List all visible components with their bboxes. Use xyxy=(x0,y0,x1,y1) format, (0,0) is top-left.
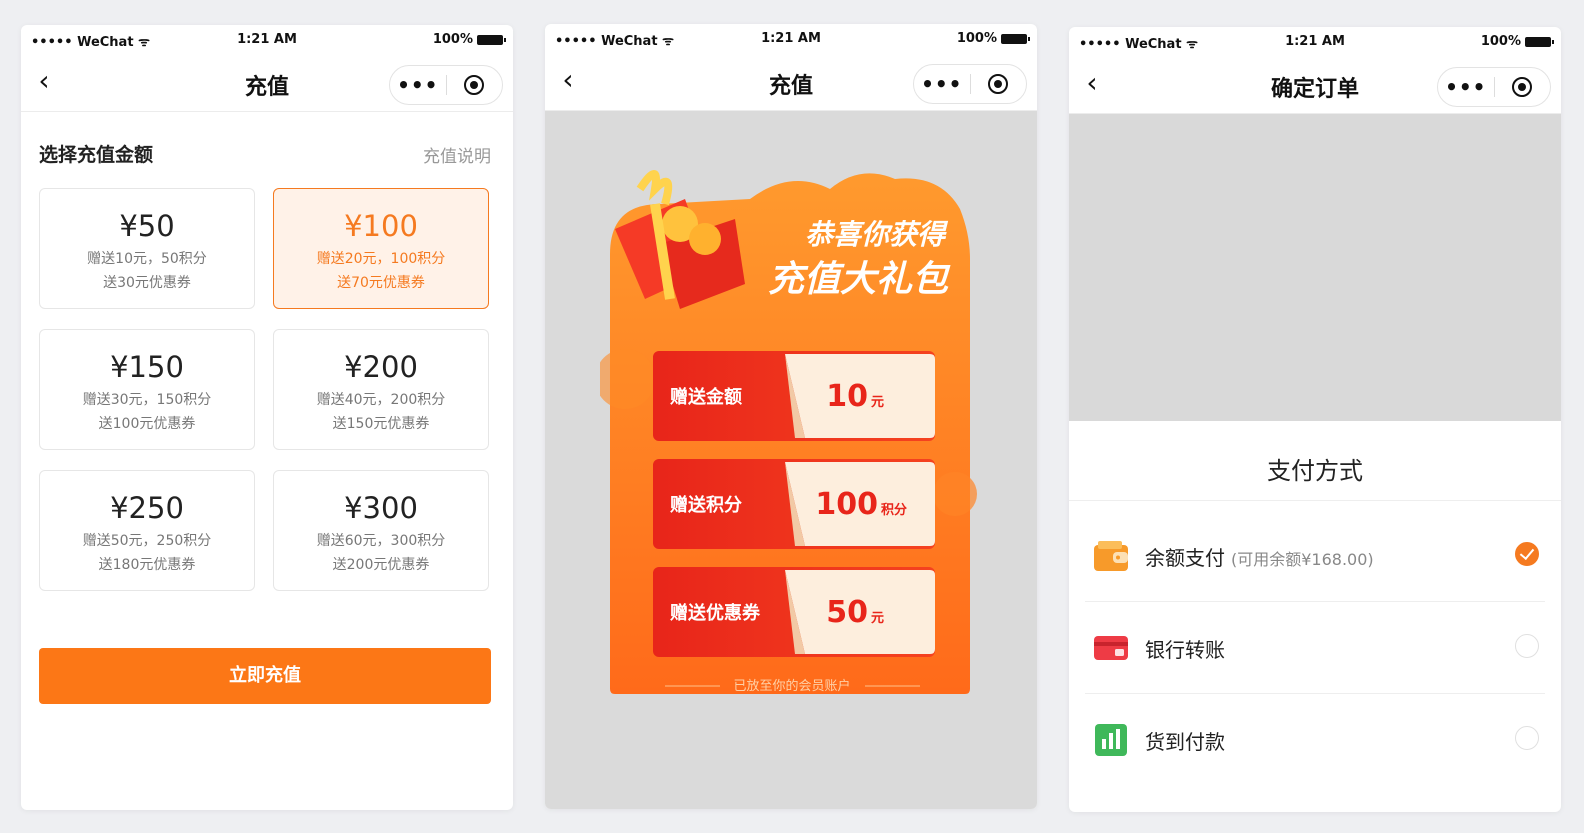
battery-indicator: 100% xyxy=(1480,34,1554,49)
section-title: 选择充值金额 xyxy=(39,144,154,166)
reward-value: 50 xyxy=(826,595,868,630)
recharge-screen: ••••• WeChat ᯤ 1:21 AM 100% ‹ 充值 ••• 选择充… xyxy=(21,25,513,810)
payment-method-name: 银行转账 xyxy=(1145,638,1225,662)
reward-row-coupon: 赠送优惠券 50 元 xyxy=(653,567,935,657)
battery-percent: 100% xyxy=(1480,34,1521,49)
radio-unchecked-icon[interactable] xyxy=(1515,634,1539,658)
payment-option-label: 余额支付 (可用余额¥168.00) xyxy=(1145,542,1374,571)
payment-option-cash-on-delivery[interactable]: 货到付款 xyxy=(1085,693,1545,785)
amount-desc: 赠送50元，250积分 送180元优惠券 xyxy=(40,529,254,577)
battery-icon xyxy=(477,34,506,45)
reward-value: 10 xyxy=(826,379,868,414)
amount-value: ¥150 xyxy=(110,350,184,384)
close-miniprogram-button[interactable] xyxy=(971,74,1027,94)
mini-program-capsule: ••• xyxy=(913,64,1027,104)
reward-unit: 元 xyxy=(871,611,884,626)
reward-label: 赠送金额 xyxy=(670,386,742,408)
amount-value: ¥50 xyxy=(119,209,175,243)
nav-bar: ‹ 确定订单 ••• xyxy=(1069,57,1561,114)
close-miniprogram-button[interactable] xyxy=(447,75,503,95)
reward-label: 赠送优惠券 xyxy=(670,602,761,624)
overlay-mask[interactable] xyxy=(1069,114,1561,421)
amount-value: ¥200 xyxy=(344,350,418,384)
status-bar: ••••• WeChat ᯤ 1:21 AM 100% xyxy=(545,24,1037,54)
nav-bar: ‹ 充值 ••• xyxy=(545,54,1037,111)
amount-bonus: 赠送10元，50积分 xyxy=(87,251,207,267)
reward-value: 100 xyxy=(815,487,878,522)
amount-option-300[interactable]: ¥300 赠送60元，300积分 送200元优惠券 xyxy=(273,470,489,591)
payment-sheet-title: 支付方式 xyxy=(1267,457,1363,485)
mini-program-capsule: ••• xyxy=(389,65,503,105)
close-miniprogram-button[interactable] xyxy=(1495,77,1551,97)
amount-value: ¥300 xyxy=(344,491,418,525)
amount-bonus: 赠送20元，100积分 xyxy=(316,251,446,267)
amount-bonus: 赠送60元，300积分 xyxy=(316,533,446,549)
amount-value: ¥100 xyxy=(344,209,418,243)
bank-card-icon xyxy=(1094,636,1128,660)
amount-bonus: 赠送50元，250积分 xyxy=(82,533,212,549)
headline-line1: 恭喜你获得 xyxy=(805,218,949,251)
battery-percent: 100% xyxy=(956,31,997,46)
radio-checked-icon[interactable] xyxy=(1515,542,1539,566)
target-icon xyxy=(464,75,485,95)
status-bar: ••••• WeChat ᯤ 1:21 AM 100% xyxy=(1069,27,1561,57)
battery-indicator: 100% xyxy=(956,31,1030,46)
recharge-info-link[interactable]: 充值说明 xyxy=(423,142,491,167)
decor-circle xyxy=(933,472,977,516)
status-bar: ••••• WeChat ᯤ 1:21 AM 100% xyxy=(21,25,513,55)
reward-row-points: 赠送积分 100 积分 xyxy=(653,459,935,549)
payment-method-name: 货到付款 xyxy=(1145,730,1225,754)
amount-option-50[interactable]: ¥50 赠送10元，50积分 送30元优惠券 xyxy=(39,188,255,309)
reward-unit: 积分 xyxy=(881,502,907,518)
payment-method-name: 余额支付 xyxy=(1145,546,1225,570)
amount-desc: 赠送10元，50积分 送30元优惠券 xyxy=(40,247,254,295)
amount-coupon: 送200元优惠券 xyxy=(332,557,430,573)
amount-desc: 赠送20元，100积分 送70元优惠券 xyxy=(274,247,488,295)
radio-unchecked-icon[interactable] xyxy=(1515,726,1539,750)
nav-bar: ‹ 充值 ••• xyxy=(21,55,513,112)
amount-bonus: 赠送40元，200积分 xyxy=(316,392,446,408)
gift-package-popup: 恭喜你获得 充值大礼包 赠送金额 10 元 赠送积分 100 积分 赠送优惠券 … xyxy=(600,170,977,694)
confirm-order-screen: ••••• WeChat ᯤ 1:21 AM 100% ‹ 确定订单 ••• 支… xyxy=(1069,27,1561,812)
reward-unit: 元 xyxy=(871,395,884,410)
battery-percent: 100% xyxy=(432,32,473,47)
gift-screen: ••••• WeChat ᯤ 1:21 AM 100% ‹ 充值 ••• 恭喜你… xyxy=(545,24,1037,809)
amount-bonus: 赠送30元，150积分 xyxy=(82,392,212,408)
amount-option-200[interactable]: ¥200 赠送40元，200积分 送150元优惠券 xyxy=(273,329,489,450)
section-header: 选择充值金额 充值说明 xyxy=(21,112,513,182)
amount-option-150[interactable]: ¥150 赠送30元，150积分 送100元优惠券 xyxy=(39,329,255,450)
headline-line2: 充值大礼包 xyxy=(768,259,951,300)
target-icon xyxy=(1512,77,1533,97)
reward-label: 赠送积分 xyxy=(670,494,742,516)
amount-desc: 赠送40元，200积分 送150元优惠券 xyxy=(274,388,488,436)
amount-coupon: 送70元优惠券 xyxy=(337,275,425,291)
wallet-icon xyxy=(1094,541,1128,571)
more-icon[interactable]: ••• xyxy=(914,74,970,94)
divider xyxy=(1069,500,1561,501)
amount-desc: 赠送30元，150积分 送100元优惠券 xyxy=(40,388,254,436)
amount-value: ¥250 xyxy=(110,491,184,525)
recharge-now-button[interactable]: 立即充值 xyxy=(39,648,491,704)
target-icon xyxy=(988,74,1009,94)
battery-icon xyxy=(1525,36,1554,47)
amount-coupon: 送100元优惠券 xyxy=(98,416,196,432)
payment-option-bank-transfer[interactable]: 银行转账 xyxy=(1085,601,1545,693)
amount-coupon: 送30元优惠券 xyxy=(103,275,191,291)
payment-option-balance[interactable]: 余额支付 (可用余额¥168.00) xyxy=(1085,509,1545,601)
battery-indicator: 100% xyxy=(432,32,506,47)
available-balance: (可用余额¥168.00) xyxy=(1231,550,1374,569)
more-icon[interactable]: ••• xyxy=(1438,77,1494,97)
more-icon[interactable]: ••• xyxy=(390,75,446,95)
gift-footer-text: 已放至你的会员账户 xyxy=(733,678,850,694)
amount-desc: 赠送60元，300积分 送200元优惠券 xyxy=(274,529,488,577)
amount-coupon: 送180元优惠券 xyxy=(98,557,196,573)
amount-coupon: 送150元优惠券 xyxy=(332,416,430,432)
mini-program-capsule: ••• xyxy=(1437,67,1551,107)
reward-row-amount: 赠送金额 10 元 xyxy=(653,351,935,441)
cash-on-delivery-icon xyxy=(1095,724,1127,756)
amount-option-250[interactable]: ¥250 赠送50元，250积分 送180元优惠券 xyxy=(39,470,255,591)
amount-option-100[interactable]: ¥100 赠送20元，100积分 送70元优惠券 xyxy=(273,188,489,309)
battery-icon xyxy=(1001,33,1030,44)
